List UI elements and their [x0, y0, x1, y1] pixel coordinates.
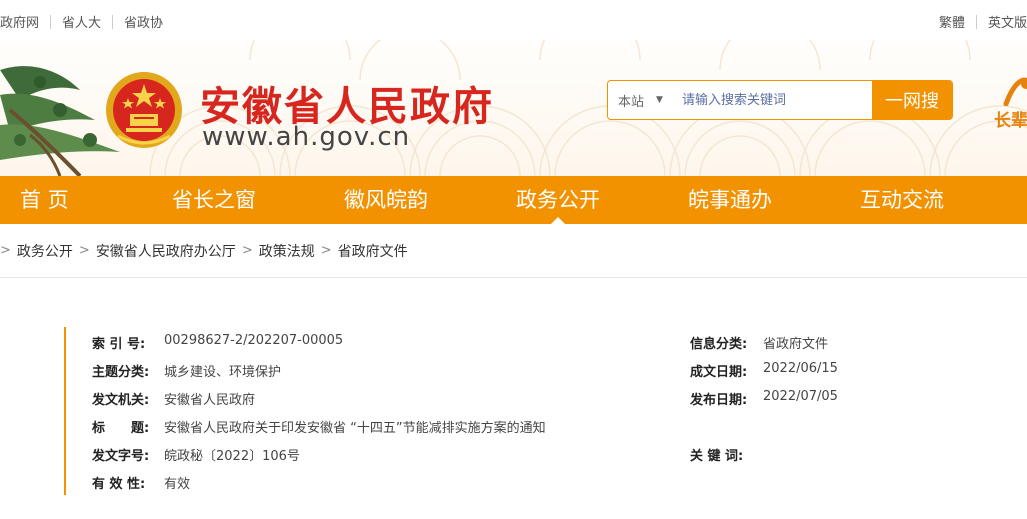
- meta-label: 主题分类:: [92, 365, 150, 380]
- meta-value: 安徽省人民政府: [164, 393, 256, 408]
- divider: [112, 14, 114, 29]
- nav-item-home[interactable]: 首 页: [20, 176, 69, 224]
- meta-label: 成文日期:: [690, 365, 748, 380]
- search-scope-label: 本站: [618, 94, 645, 110]
- top-links-right: 繁體 英文版: [939, 12, 1027, 31]
- meta-label: 标 题:: [92, 421, 150, 436]
- chevron-right-icon: >: [320, 243, 332, 258]
- breadcrumb-item[interactable]: 政务公开: [17, 241, 73, 261]
- meta-label: 发布日期:: [690, 393, 748, 408]
- link-provincial-congress[interactable]: 省人大: [62, 12, 101, 31]
- link-english-version[interactable]: 英文版: [988, 12, 1027, 31]
- meta-label: 有 效 性:: [92, 477, 146, 492]
- nav-item-online-services[interactable]: 皖事通办: [688, 176, 772, 224]
- top-links-left: 政府网 省人大 省政协: [0, 12, 163, 31]
- chevron-down-icon: ▼: [656, 95, 663, 105]
- meta-label: 索 引 号:: [92, 337, 146, 352]
- link-traditional-chinese[interactable]: 繁體: [939, 12, 965, 31]
- meta-label: 发文字号:: [92, 449, 150, 464]
- meta-value: 2022/07/05: [763, 389, 838, 404]
- elder-mode-label[interactable]: 长辈: [994, 106, 1027, 131]
- search-button[interactable]: 一网搜: [872, 81, 952, 119]
- meta-label: 发文机关:: [92, 393, 150, 408]
- meta-value: 2022/06/15: [763, 361, 838, 376]
- meta-label: 关 键 词:: [690, 449, 744, 464]
- breadcrumb-item[interactable]: 省政府文件: [338, 241, 408, 261]
- national-emblem-icon: [106, 72, 182, 148]
- meta-value: 安徽省人民政府关于印发安徽省 “十四五”节能减排实施方案的通知: [164, 421, 546, 436]
- chevron-right-icon: >: [241, 243, 253, 258]
- breadcrumb-item[interactable]: 安徽省人民政府办公厅: [96, 241, 236, 261]
- nav-item-interaction[interactable]: 互动交流: [860, 176, 944, 224]
- breadcrumb: > 政务公开 > 安徽省人民政府办公厅 > 政策法规 > 省政府文件: [0, 224, 1027, 278]
- breadcrumb-item[interactable]: 政策法规: [259, 241, 315, 261]
- main-nav: 首 页 省长之窗 徽风皖韵 政务公开 皖事通办 互动交流: [0, 176, 1027, 224]
- top-bar: 政府网 省人大 省政协 繁體 英文版: [0, 0, 1027, 40]
- nav-item-governor-window[interactable]: 省长之窗: [172, 176, 256, 224]
- link-provincial-cppcc[interactable]: 省政协: [124, 12, 163, 31]
- divider: [50, 14, 52, 29]
- site-url: www.ah.gov.cn: [202, 122, 411, 152]
- nav-item-anhui-culture[interactable]: 徽风皖韵: [344, 176, 428, 224]
- divider: [975, 14, 977, 29]
- search-scope-select[interactable]: 本站 ▼: [608, 81, 674, 119]
- link-gov-net[interactable]: 政府网: [0, 12, 39, 31]
- chevron-right-icon: >: [0, 243, 11, 258]
- search-box: 本站 ▼ 一网搜: [607, 80, 953, 120]
- search-input[interactable]: [674, 81, 872, 119]
- meta-label: 信息分类:: [690, 337, 748, 352]
- meta-value: 省政府文件: [763, 337, 829, 352]
- meta-value: 00298627-2/202207-00005: [164, 333, 344, 348]
- elder-mode-icon[interactable]: [1000, 76, 1027, 106]
- nav-item-gov-affairs[interactable]: 政务公开: [516, 176, 600, 224]
- meta-value: 有效: [164, 477, 191, 492]
- meta-value: 城乡建设、环境保护: [164, 365, 282, 380]
- document-meta-panel: 索 引 号: 00298627-2/202207-00005 信息分类: 省政府…: [64, 327, 964, 495]
- meta-value: 皖政秘〔2022〕106号: [164, 449, 300, 464]
- chevron-right-icon: >: [78, 243, 90, 258]
- site-header: 安徽省人民政府 www.ah.gov.cn 本站 ▼ 一网搜 长辈: [0, 40, 1027, 176]
